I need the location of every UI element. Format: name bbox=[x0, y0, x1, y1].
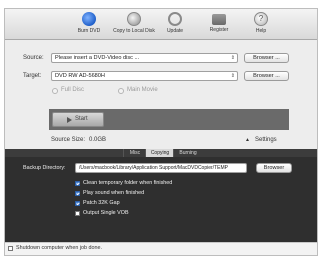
burn-dvd-button[interactable]: Burn DVD bbox=[69, 12, 109, 34]
backup-directory-input[interactable]: /Users/macbook/Library/Application Suppo… bbox=[75, 163, 247, 173]
tab-burning[interactable]: Burning bbox=[173, 149, 202, 157]
help-button[interactable]: ? Help bbox=[241, 12, 281, 34]
full-disc-label: Full Disc bbox=[61, 87, 85, 93]
update-button[interactable]: Update bbox=[155, 12, 195, 34]
play-icon bbox=[67, 117, 72, 123]
tab-copying[interactable]: Copying bbox=[145, 149, 174, 157]
target-row: Target: DVD RW AD-5680H ⇕ Browser ... bbox=[5, 71, 317, 83]
main-movie-label: Main Movie bbox=[127, 87, 158, 93]
clean-temp-label: Clean temporary folder when finished bbox=[83, 180, 173, 186]
play-sound-checkbox[interactable] bbox=[75, 191, 80, 196]
source-size-label: Source Size: bbox=[51, 137, 86, 143]
chevron-up-icon[interactable]: ▲ bbox=[245, 137, 250, 143]
select-arrows-icon: ⇕ bbox=[230, 55, 235, 61]
target-select[interactable]: DVD RW AD-5680H ⇕ bbox=[51, 71, 238, 81]
progress-area: Start bbox=[49, 109, 289, 130]
settings-toggle[interactable]: Settings bbox=[255, 137, 277, 143]
main-movie-radio[interactable] bbox=[118, 88, 124, 94]
footer-bar: Shutdown computer when job done. bbox=[5, 242, 317, 255]
target-label: Target: bbox=[23, 73, 42, 79]
shutdown-checkbox[interactable] bbox=[8, 246, 13, 251]
source-browse-button[interactable]: Browser ... bbox=[244, 53, 289, 63]
app-window: Burn DVD Copy to Local Disk Update Regis… bbox=[4, 8, 318, 256]
backup-directory-label: Backup Directory: bbox=[23, 165, 66, 171]
update-label: Update bbox=[166, 28, 184, 34]
source-select[interactable]: Please insert a DVD-Video disc ... ⇕ bbox=[51, 53, 238, 63]
disc-icon bbox=[127, 12, 141, 26]
shutdown-label: Shutdown computer when job done. bbox=[16, 245, 103, 251]
backup-browse-button[interactable]: Browser bbox=[256, 163, 292, 173]
tab-misc[interactable]: Misc bbox=[123, 149, 146, 157]
full-disc-radio[interactable] bbox=[52, 88, 58, 94]
single-vob-label: Output Single VOB bbox=[83, 210, 129, 216]
select-arrows-icon: ⇕ bbox=[230, 73, 235, 79]
copy-to-local-disk-label: Copy to Local Disk bbox=[113, 28, 155, 34]
backup-directory-value: /Users/macbook/Library/Application Suppo… bbox=[79, 165, 228, 171]
burn-dvd-icon bbox=[82, 12, 96, 26]
play-sound-label: Play sound when finished bbox=[83, 190, 145, 196]
patch-gap-label: Patch 32K Gap bbox=[83, 200, 120, 206]
help-icon: ? bbox=[254, 12, 268, 26]
help-label: Help bbox=[255, 28, 267, 34]
start-button[interactable]: Start bbox=[52, 112, 104, 127]
start-label: Start bbox=[75, 116, 88, 122]
source-label: Source: bbox=[23, 55, 44, 61]
cart-icon bbox=[212, 14, 226, 25]
register-label: Register bbox=[209, 27, 229, 33]
single-vob-checkbox[interactable] bbox=[75, 211, 80, 216]
target-select-value: DVD RW AD-5680H bbox=[55, 73, 105, 79]
target-browse-button[interactable]: Browser ... bbox=[244, 71, 289, 81]
source-select-value: Please insert a DVD-Video disc ... bbox=[55, 55, 140, 61]
source-size-value: 0.0GB bbox=[89, 137, 107, 143]
settings-panel: Backup Directory: /Users/macbook/Library… bbox=[5, 157, 317, 243]
refresh-icon bbox=[168, 12, 182, 26]
burn-dvd-label: Burn DVD bbox=[77, 28, 101, 34]
copy-to-local-disk-button[interactable]: Copy to Local Disk bbox=[109, 12, 159, 34]
register-button[interactable]: Register bbox=[199, 12, 239, 33]
source-row: Source: Please insert a DVD-Video disc .… bbox=[5, 53, 317, 65]
settings-tabbar: Misc Copying Burning bbox=[5, 149, 317, 157]
clean-temp-checkbox[interactable] bbox=[75, 181, 80, 186]
patch-gap-checkbox[interactable] bbox=[75, 201, 80, 206]
toolbar: Burn DVD Copy to Local Disk Update Regis… bbox=[5, 9, 317, 40]
